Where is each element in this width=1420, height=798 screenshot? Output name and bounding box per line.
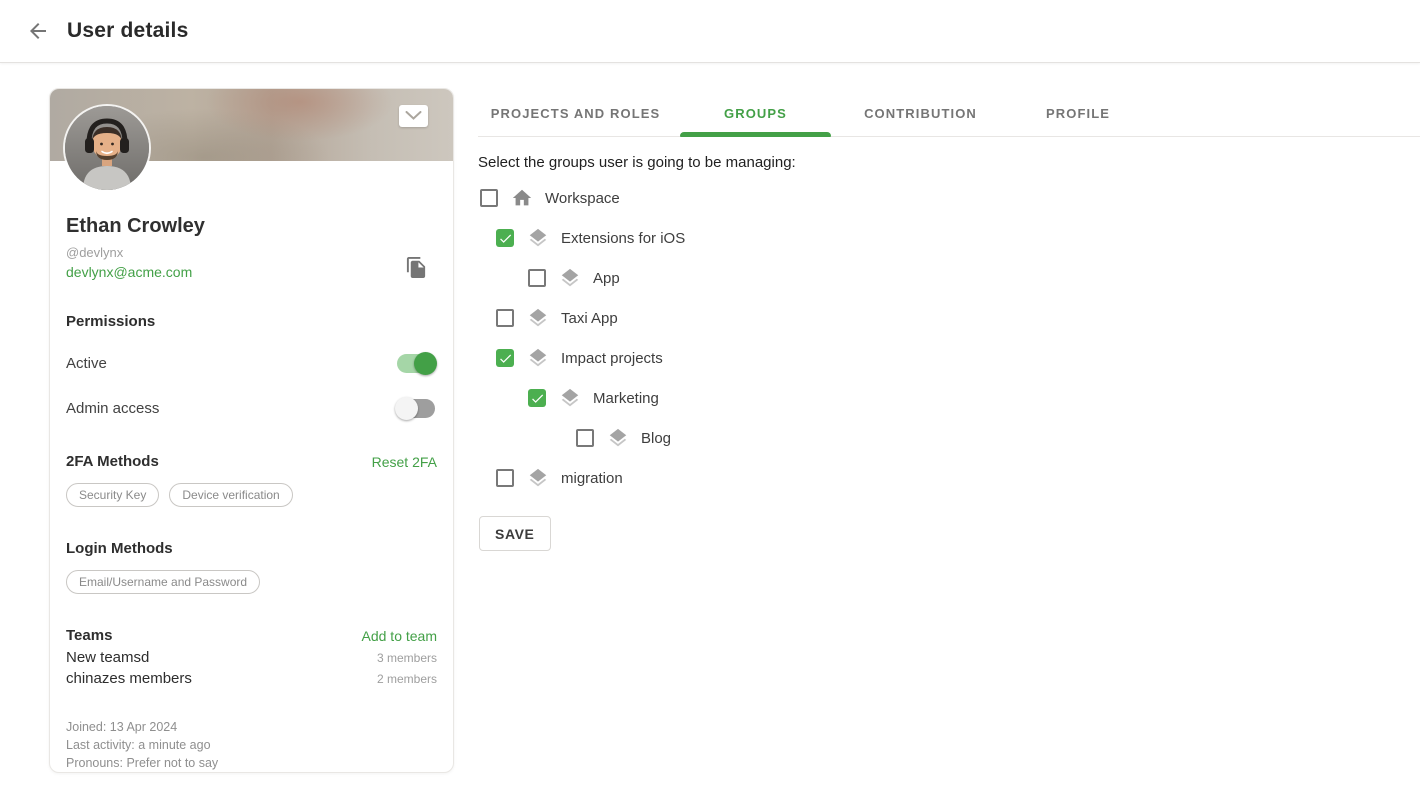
tree-row-workspace: Workspace: [478, 178, 1420, 218]
groups-tree: Workspace Extensions for iOS App Taxi App Im…: [478, 178, 1420, 498]
user-meta-block: Joined: 13 Apr 2024Last activity: a minu…: [66, 718, 437, 773]
team-name: New teamsd: [66, 649, 149, 666]
tab-profile[interactable]: PROFILE: [1003, 90, 1153, 136]
home-icon: [511, 187, 533, 209]
top-bar: User details: [0, 0, 1420, 63]
tree-row-impact-projects: Impact projects: [478, 338, 1420, 378]
teams-title: Teams: [66, 627, 112, 644]
team-row-new-teamsd[interactable]: New teamsd 3 members: [66, 649, 437, 670]
permission-label: Admin access: [66, 400, 159, 417]
meta-line: Pronouns: Prefer not to say: [66, 754, 437, 772]
workspace-checkbox[interactable]: [480, 189, 498, 207]
page-title: User details: [67, 19, 188, 43]
permissions-title: Permissions: [66, 313, 437, 330]
user-username: @devlynx: [66, 245, 437, 260]
user-profile-card: Ethan Crowley @devlynx devlynx@acme.com …: [49, 88, 454, 773]
permission-row-active: Active: [66, 351, 437, 375]
tree-row-blog: Blog: [478, 418, 1420, 458]
chip-email-username-and-password: Email/Username and Password: [66, 570, 260, 594]
add-to-team-link[interactable]: Add to team: [362, 628, 438, 644]
marketing-checkbox[interactable]: [528, 389, 546, 407]
extensions-for-ios-checkbox[interactable]: [496, 229, 514, 247]
tree-label: migration: [561, 470, 623, 487]
meta-line: Local time: 13:09: [66, 772, 437, 773]
meta-line: Joined: 13 Apr 2024: [66, 718, 437, 736]
tab-projects-and-roles[interactable]: PROJECTS AND ROLES: [478, 90, 673, 136]
tree-label: Taxi App: [561, 310, 618, 327]
team-name: chinazes members: [66, 670, 192, 687]
mail-icon[interactable]: [399, 105, 428, 127]
tree-label: Marketing: [593, 390, 659, 407]
groups-prompt: Select the groups user is going to be ma…: [478, 154, 1420, 171]
save-button[interactable]: SAVE: [479, 516, 551, 551]
blog-checkbox[interactable]: [576, 429, 594, 447]
team-members-count: 2 members: [377, 672, 437, 686]
tree-row-migration: migration: [478, 458, 1420, 498]
tabs: PROJECTS AND ROLESGROUPSCONTRIBUTIONPROF…: [478, 90, 1420, 137]
chip-security-key: Security Key: [66, 483, 159, 507]
login-method-chips: Email/Username and Password: [66, 570, 437, 594]
tab-contribution[interactable]: CONTRIBUTION: [838, 90, 1003, 136]
permissions-toggles: Active Admin access: [66, 351, 437, 420]
active-toggle[interactable]: [397, 354, 435, 373]
tree-row-app: App: [478, 258, 1420, 298]
team-row-chinazes-members[interactable]: chinazes members 2 members: [66, 670, 437, 691]
twofa-chips: Security Key Device verification: [66, 483, 437, 507]
app-checkbox[interactable]: [528, 269, 546, 287]
login-methods-title: Login Methods: [66, 540, 173, 557]
tree-label: Impact projects: [561, 350, 663, 367]
details-panel: PROJECTS AND ROLESGROUPSCONTRIBUTIONPROF…: [478, 90, 1420, 551]
layers-icon: [607, 427, 629, 449]
tree-row-marketing: Marketing: [478, 378, 1420, 418]
user-name: Ethan Crowley: [66, 215, 437, 238]
tree-row-extensions-for-ios: Extensions for iOS: [478, 218, 1420, 258]
layers-icon: [527, 307, 549, 329]
teams-list: New teamsd 3 members chinazes members 2 mem…: [66, 649, 437, 691]
tree-label: Blog: [641, 430, 671, 447]
user-avatar: [65, 106, 149, 190]
reset-2fa-link[interactable]: Reset 2FA: [372, 454, 437, 470]
back-arrow-icon[interactable]: [26, 19, 50, 43]
meta-line: Last activity: a minute ago: [66, 736, 437, 754]
layers-icon: [559, 267, 581, 289]
user-email-link[interactable]: devlynx@acme.com: [66, 264, 192, 280]
twofa-title: 2FA Methods: [66, 453, 159, 470]
layers-icon: [559, 387, 581, 409]
taxi-app-checkbox[interactable]: [496, 309, 514, 327]
admin-access-toggle[interactable]: [397, 399, 435, 418]
copy-icon[interactable]: [405, 256, 429, 280]
layers-icon: [527, 227, 549, 249]
migration-checkbox[interactable]: [496, 469, 514, 487]
tree-label: App: [593, 270, 620, 287]
layers-icon: [527, 347, 549, 369]
tree-row-taxi-app: Taxi App: [478, 298, 1420, 338]
tab-groups[interactable]: GROUPS: [673, 90, 838, 136]
chip-device-verification: Device verification: [169, 483, 292, 507]
impact-projects-checkbox[interactable]: [496, 349, 514, 367]
layers-icon: [527, 467, 549, 489]
tree-label: Extensions for iOS: [561, 230, 685, 247]
permission-label: Active: [66, 355, 107, 372]
team-members-count: 3 members: [377, 651, 437, 665]
tree-label: Workspace: [545, 190, 620, 207]
permission-row-admin-access: Admin access: [66, 396, 437, 420]
